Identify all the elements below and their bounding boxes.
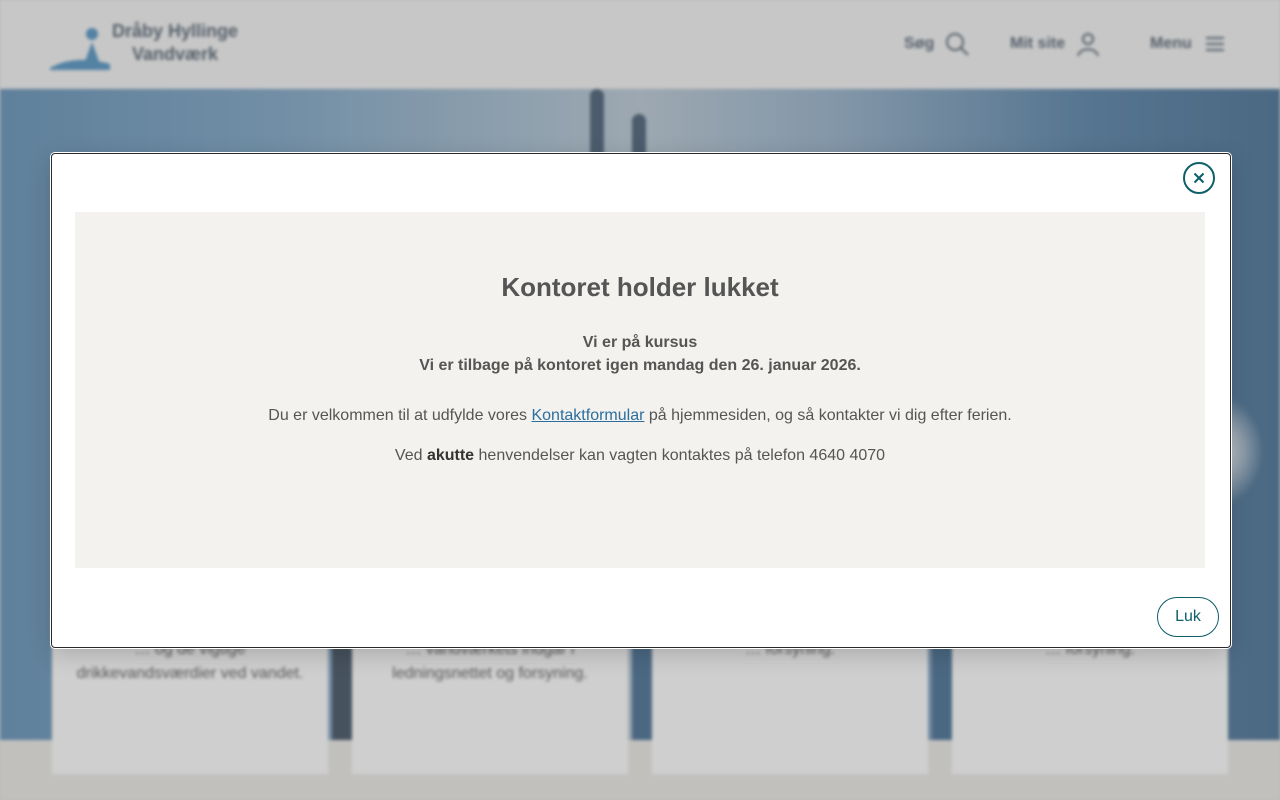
closed-office-dialog: Kontoret holder lukket Vi er på kursus V… xyxy=(51,153,1231,648)
contact-text-after: på hjemmesiden, og så kontakter vi dig e… xyxy=(644,407,1012,424)
subtitle-line-1: Vi er på kursus xyxy=(582,334,698,351)
emergency-text-after: henvendelser kan vagten kontaktes på tel… xyxy=(474,447,886,464)
close-icon xyxy=(1193,172,1205,184)
dialog-close-button[interactable] xyxy=(1183,162,1215,194)
emergency-bold: akutte xyxy=(426,447,475,464)
emergency-text-before: Ved xyxy=(394,447,427,464)
notice-box: Kontoret holder lukket Vi er på kursus V… xyxy=(75,212,1205,568)
subtitle-line-2: Vi er tilbage på kontoret igen mandag de… xyxy=(419,357,861,374)
dialog-title: Kontoret holder lukket xyxy=(501,272,779,302)
contact-text-before: Du er velkommen til at udfylde vores xyxy=(268,407,532,424)
dialog-subtitle: Vi er på kursus Vi er tilbage på kontore… xyxy=(75,331,1205,377)
emergency-paragraph: Ved akutte henvendelser kan vagten konta… xyxy=(75,444,1205,467)
contact-form-link[interactable]: Kontaktformular xyxy=(531,407,644,424)
contact-paragraph: Du er velkommen til at udfylde vores Kon… xyxy=(75,404,1205,427)
close-button[interactable]: Luk xyxy=(1157,597,1219,637)
